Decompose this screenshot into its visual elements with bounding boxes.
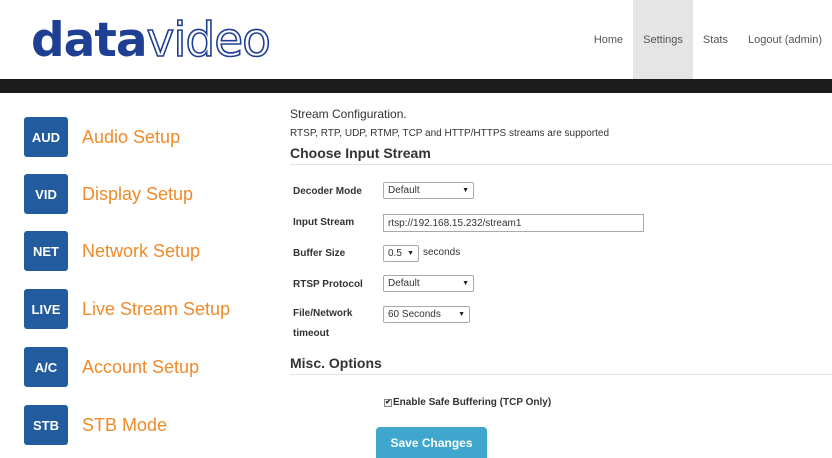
sidebar-item-label: Live Stream Setup [82, 298, 231, 319]
sidebar-item-label: Audio Setup [82, 126, 181, 147]
live-badge-icon: LIVE [24, 289, 68, 329]
datavideo-logo: datavideo [31, 11, 272, 71]
sidebar-item-network-setup[interactable]: NET Network Setup [24, 231, 200, 271]
audio-badge-icon: AUD [24, 117, 68, 157]
sidebar-item-display-setup[interactable]: VID Display Setup [24, 174, 193, 214]
nav-logout[interactable]: Logout (admin) [738, 0, 832, 79]
stb-badge-icon: STB [24, 405, 68, 445]
supported-streams-note: RTSP, RTP, UDP, RTMP, TCP and HTTP/HTTPS… [290, 128, 610, 139]
stream-config-panel: Stream Configuration. RTSP, RTP, UDP, RT… [290, 93, 832, 458]
timeout-label-line1: File/Network [293, 308, 353, 319]
buffer-size-label: Buffer Size [293, 248, 346, 259]
dropdown-arrow-icon: ▼ [462, 280, 469, 287]
header-divider-bar [0, 79, 832, 93]
logo-text-outline: video [146, 12, 272, 69]
sidebar-item-label: STB Mode [82, 414, 168, 435]
timeout-label-line2: timeout [293, 328, 330, 339]
decoder-mode-label: Decoder Mode [293, 186, 362, 197]
sidebar-item-account-setup[interactable]: A/C Account Setup [24, 347, 199, 387]
buffer-size-unit: seconds [423, 247, 461, 258]
rtsp-protocol-value: Default [388, 278, 420, 289]
nav-home[interactable]: Home [584, 0, 633, 79]
sidebar-item-label: Network Setup [82, 240, 201, 261]
header: datavideo Home Settings Stats Logout (ad… [0, 0, 832, 79]
safe-buffering-label: Enable Safe Buffering (TCP Only) [393, 397, 552, 408]
decoder-mode-select[interactable]: Default ▼ [383, 182, 474, 199]
sidebar-item-label: Display Setup [82, 183, 194, 204]
sidebar-item-audio-setup[interactable]: AUD Audio Setup [24, 117, 180, 157]
section-divider [290, 164, 832, 165]
buffer-size-select[interactable]: 0.5 ▼ [383, 245, 419, 262]
sidebar-item-label: Account Setup [82, 356, 200, 377]
nav-settings[interactable]: Settings [633, 0, 693, 79]
buffer-size-value: 0.5 [388, 248, 402, 259]
logo-text-bold: data [31, 13, 148, 68]
dropdown-arrow-icon: ▼ [458, 311, 465, 318]
sidebar-item-live-stream-setup[interactable]: LIVE Live Stream Setup [24, 289, 230, 329]
timeout-value: 60 Seconds [388, 309, 441, 320]
top-nav: Home Settings Stats Logout (admin) [584, 0, 832, 79]
dropdown-arrow-icon: ▼ [462, 187, 469, 194]
safe-buffering-option[interactable]: ✔ Enable Safe Buffering (TCP Only) [384, 397, 551, 408]
decoder-mode-value: Default [388, 185, 420, 196]
rtsp-protocol-label: RTSP Protocol [293, 279, 363, 290]
sidebar: AUD Audio Setup VID Display Setup NET Ne… [0, 93, 268, 458]
timeout-select[interactable]: 60 Seconds ▼ [383, 306, 470, 323]
page-intro: Stream Configuration. [290, 107, 407, 121]
misc-options-heading: Misc. Options [290, 355, 382, 371]
account-badge-icon: A/C [24, 347, 68, 387]
network-badge-icon: NET [24, 231, 68, 271]
rtsp-protocol-select[interactable]: Default ▼ [383, 275, 474, 292]
save-changes-button[interactable]: Save Changes [376, 427, 487, 458]
dropdown-arrow-icon: ▼ [407, 250, 414, 257]
sidebar-item-stb-mode[interactable]: STB STB Mode [24, 405, 167, 445]
checkmark-icon: ✔ [385, 399, 391, 406]
input-stream-label: Input Stream [293, 217, 355, 228]
input-stream-field[interactable]: rtsp://192.168.15.232/stream1 [383, 214, 644, 232]
video-badge-icon: VID [24, 174, 68, 214]
section-divider [290, 374, 832, 375]
nav-stats[interactable]: Stats [693, 0, 738, 79]
choose-input-stream-heading: Choose Input Stream [290, 145, 431, 161]
safe-buffering-checkbox[interactable]: ✔ [384, 398, 392, 407]
